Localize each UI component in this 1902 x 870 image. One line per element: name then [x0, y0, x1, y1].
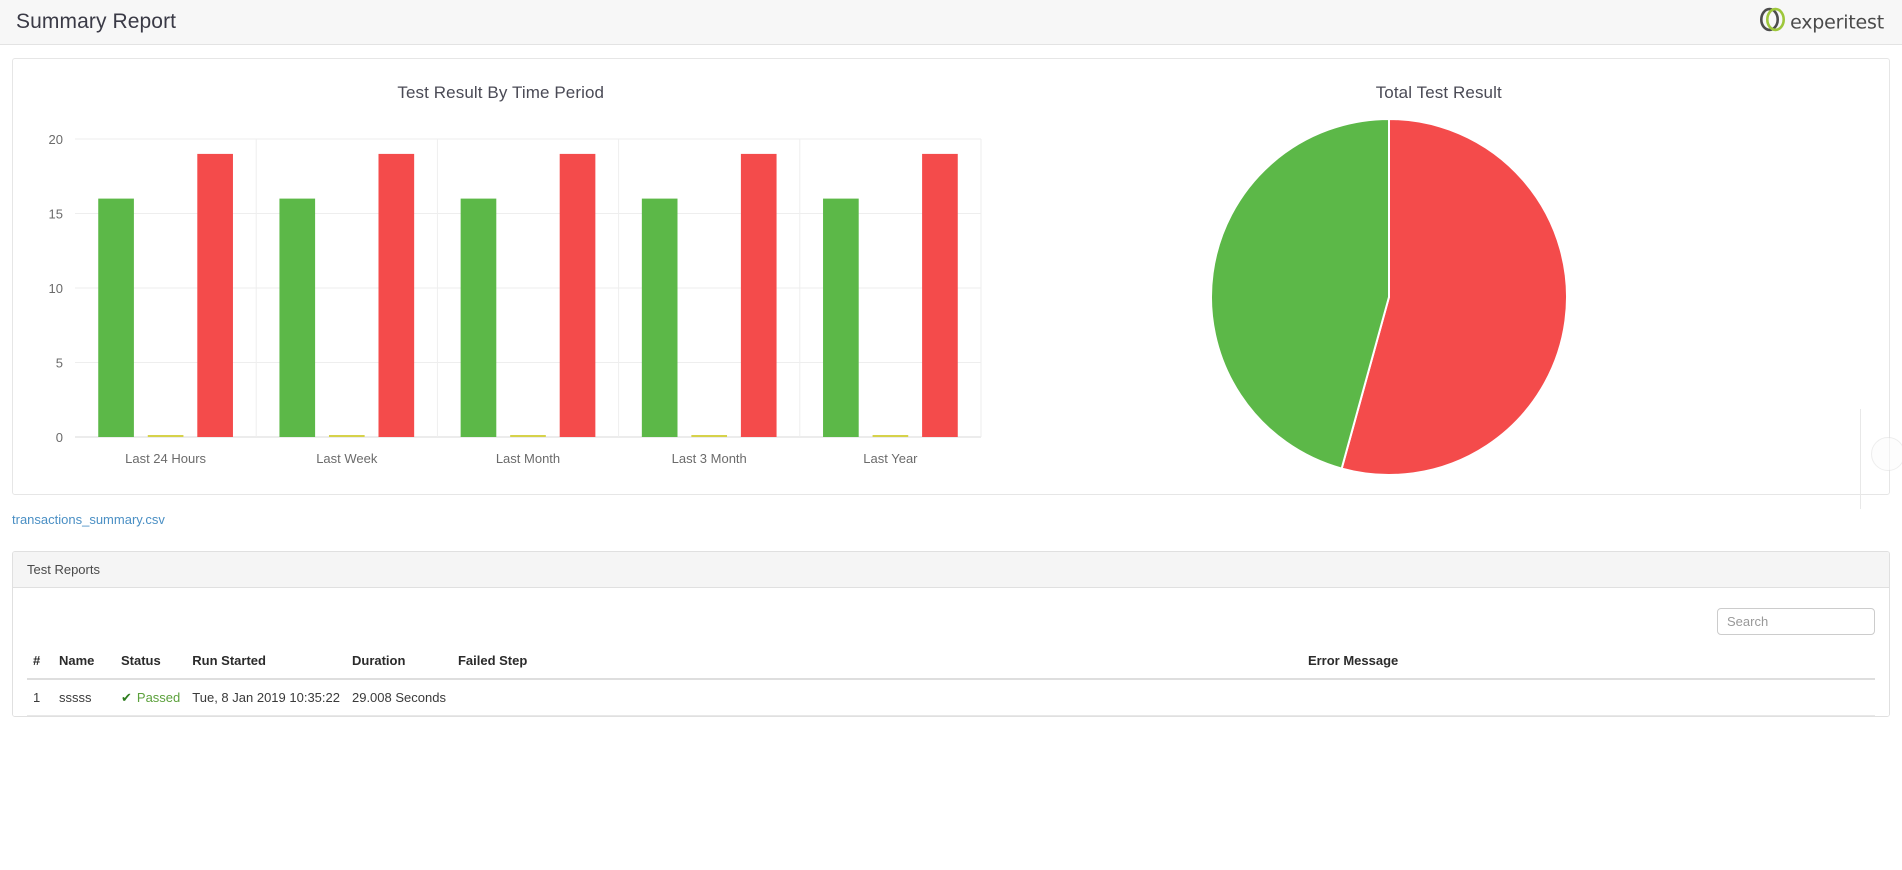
bar-chart-container: Test Result By Time Period 0 5 10 15 20 Last …	[13, 59, 989, 494]
cell-num: 1	[27, 679, 53, 716]
csv-download-link[interactable]: transactions_summary.csv	[12, 512, 165, 527]
pie-chart-plot	[989, 117, 1889, 494]
svg-text:Last 3 Month: Last 3 Month	[672, 451, 747, 466]
column-header-run-started[interactable]: Run Started	[186, 649, 346, 680]
charts-panel: Test Result By Time Period 0 5 10 15 20 Last …	[12, 58, 1902, 509]
svg-text:5: 5	[56, 356, 63, 371]
test-reports-body: # Name Status Run Started Duration Faile…	[13, 588, 1889, 716]
cell-error-message	[1301, 679, 1875, 716]
status-badge: ✔ Passed	[121, 690, 180, 705]
app-header: Summary Report experitest	[0, 0, 1902, 45]
test-reports-card: Test Reports # Name Status Run Started D…	[12, 551, 1890, 717]
column-header-failed-step[interactable]: Failed Step	[451, 649, 1302, 680]
brand-name: experitest	[1790, 11, 1884, 33]
column-header-error-message[interactable]: Error Message	[1301, 649, 1875, 680]
svg-text:Last Month: Last Month	[496, 451, 560, 466]
check-icon: ✔	[121, 690, 132, 705]
svg-text:Last Year: Last Year	[863, 451, 918, 466]
svg-text:Last 24 Hours: Last 24 Hours	[125, 451, 206, 466]
column-header-status[interactable]: Status	[115, 649, 187, 680]
search-input[interactable]	[1717, 608, 1875, 635]
svg-text:0: 0	[56, 430, 63, 445]
right-edge-divider	[1860, 409, 1861, 509]
svg-text:20: 20	[49, 132, 63, 147]
pie-chart-container: Total Test Result	[989, 59, 1889, 494]
svg-text:10: 10	[49, 281, 63, 296]
cell-run-started: Tue, 8 Jan 2019 10:35:22	[186, 679, 346, 716]
svg-text:Last Week: Last Week	[316, 451, 378, 466]
status-label: Passed	[136, 690, 181, 705]
cell-duration: 29.008 Seconds	[345, 679, 452, 716]
page-title: Summary Report	[16, 10, 177, 33]
brand-logo: experitest	[1758, 7, 1884, 38]
column-header-num[interactable]: #	[27, 649, 53, 680]
pie-chart-title: Total Test Result	[1375, 83, 1502, 102]
table-header: # Name Status Run Started Duration Faile…	[27, 649, 1875, 680]
test-reports-title: Test Reports	[13, 552, 1889, 588]
bar-chart-title: Test Result By Time Period	[397, 83, 605, 102]
csv-link-row: transactions_summary.csv	[0, 495, 1902, 529]
experitest-logo-icon	[1758, 7, 1788, 38]
search-row	[27, 598, 1875, 649]
test-reports-table: # Name Status Run Started Duration Faile…	[27, 649, 1875, 716]
column-header-duration[interactable]: Duration	[345, 649, 452, 680]
table-header-row: # Name Status Run Started Duration Faile…	[27, 649, 1875, 680]
svg-text:15: 15	[49, 207, 63, 222]
column-header-name[interactable]: Name	[53, 649, 115, 680]
cell-name: sssss	[53, 679, 115, 716]
table-row[interactable]: 1 sssss ✔ Passed Tue, 8 Jan 2019 10:35:22 29.…	[27, 679, 1875, 716]
bar-chart-plot: 0 5 10 15 20 Last 24 Hours Last Week Last Month…	[13, 117, 989, 494]
cell-failed-step	[451, 679, 1302, 716]
cell-status: ✔ Passed	[115, 679, 187, 716]
edge-circle-widget[interactable]	[1871, 437, 1902, 471]
table-body: 1 sssss ✔ Passed Tue, 8 Jan 2019 10:35:22 29.…	[27, 679, 1875, 716]
